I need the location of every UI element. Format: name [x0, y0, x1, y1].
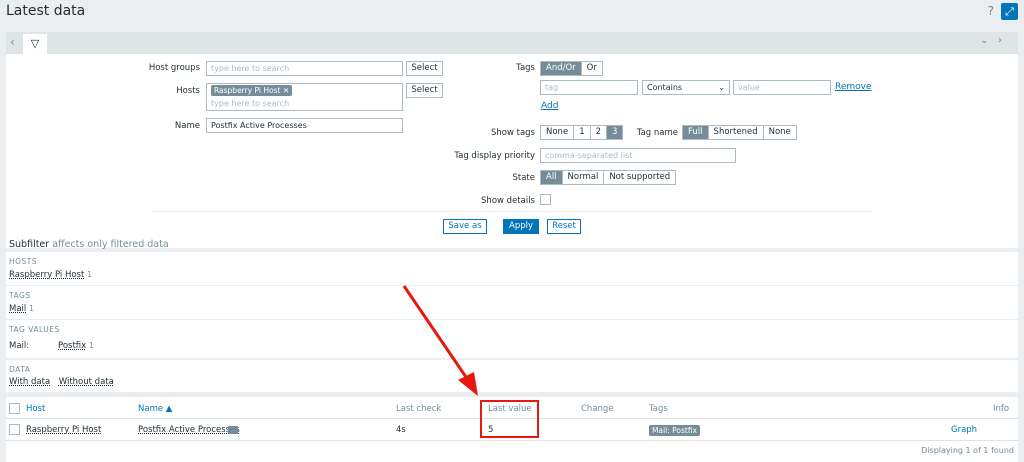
- and-or-option[interactable]: And/Or: [541, 62, 582, 75]
- show-tags-3[interactable]: 3: [607, 126, 623, 139]
- show-tags-segment: None 1 2 3: [540, 125, 624, 140]
- fullscreen-icon[interactable]: ⤢: [1001, 3, 1018, 20]
- page-title: Latest data: [6, 3, 86, 19]
- change-column-header: Change: [581, 404, 614, 414]
- state-label: State: [512, 173, 536, 183]
- item-description-icon[interactable]: [228, 426, 238, 434]
- without-data-link[interactable]: Without data: [59, 377, 114, 387]
- save-as-button[interactable]: Save as: [443, 219, 487, 234]
- state-not-supported[interactable]: Not supported: [604, 171, 676, 184]
- tag-value-input[interactable]: value: [733, 80, 831, 95]
- state-normal[interactable]: Normal: [562, 171, 605, 184]
- tag-name-none[interactable]: None: [763, 126, 796, 139]
- filter-tab-bar: [6, 32, 1018, 54]
- hosts-label: Hosts: [176, 86, 200, 96]
- subfilter-title: Subfilter affects only filtered data: [9, 239, 169, 250]
- tag-name-segment: Full Shortened None: [682, 125, 797, 140]
- show-tags-label: Show tags: [490, 128, 535, 138]
- host-chip[interactable]: Raspberry Pi Host ✕: [211, 85, 293, 96]
- last-value-highlight-box: [480, 400, 539, 438]
- tags-column-header: Tags: [649, 404, 668, 414]
- tag-input[interactable]: tag: [540, 80, 638, 95]
- name-input[interactable]: Postfix Active Processes: [206, 118, 403, 133]
- row-divider: [6, 440, 1018, 441]
- chevron-left-icon[interactable]: ‹: [10, 35, 15, 49]
- show-tags-1[interactable]: 1: [574, 126, 591, 139]
- tag-priority-input[interactable]: comma-separated list: [540, 148, 736, 163]
- subfilter-host-link[interactable]: Raspberry Pi Host: [9, 270, 84, 280]
- show-tags-2[interactable]: 2: [590, 126, 608, 139]
- tags-label: Tags: [516, 63, 535, 73]
- row-host-link[interactable]: Raspberry Pi Host: [26, 425, 101, 435]
- show-details-label: Show details: [481, 196, 535, 206]
- subfilter-tag-values: TAG VALUES Mail: Postfix 1: [6, 320, 1018, 358]
- tag-name-label: Tag name: [636, 128, 678, 138]
- chevron-down-icon[interactable]: ⌄ ›: [980, 35, 1002, 46]
- add-tag-link[interactable]: Add: [541, 101, 558, 111]
- name-label: Name: [174, 121, 200, 131]
- red-arrow-annotation: [402, 285, 478, 396]
- remove-tag-link[interactable]: Remove: [835, 82, 872, 92]
- hosts-select-button[interactable]: Select: [406, 83, 443, 98]
- host-groups-label: Host groups: [148, 63, 200, 73]
- subfilter-hosts: HOSTS Raspberry Pi Host 1: [6, 252, 1018, 285]
- hosts-input[interactable]: Raspberry Pi Host ✕ type here to search: [206, 83, 403, 111]
- subfilter-data: DATA With data Without data: [6, 360, 1018, 392]
- tag-operator-select[interactable]: Contains ⌄: [642, 80, 730, 95]
- state-all[interactable]: All: [541, 171, 563, 184]
- with-data-link[interactable]: With data: [9, 377, 50, 387]
- name-column-header[interactable]: Name ▲: [138, 404, 172, 414]
- graph-link[interactable]: Graph: [951, 425, 977, 435]
- table-footer: Displaying 1 of 1 found: [921, 446, 1014, 455]
- or-option[interactable]: Or: [581, 62, 602, 75]
- state-segment: All Normal Not supported: [540, 170, 677, 185]
- subfilter-tag-value-link[interactable]: Postfix: [58, 341, 86, 351]
- show-details-checkbox[interactable]: [540, 194, 551, 205]
- tags-evaltype-segment: And/Or Or: [540, 61, 603, 76]
- tag-priority-label: Tag display priority: [454, 151, 535, 161]
- show-tags-none[interactable]: None: [541, 126, 575, 139]
- help-icon[interactable]: ?: [988, 4, 994, 18]
- row-name-link[interactable]: Postfix Active Processes: [138, 425, 240, 435]
- info-column-header: Info: [993, 404, 1010, 414]
- filter-divider: [152, 211, 872, 212]
- reset-button[interactable]: Reset: [547, 219, 581, 234]
- row-checkbox[interactable]: [9, 424, 20, 435]
- subfilter-tag-link[interactable]: Mail: [9, 304, 26, 314]
- apply-button[interactable]: Apply: [503, 219, 539, 234]
- select-all-checkbox[interactable]: [9, 403, 20, 414]
- last-check-column-header: Last check: [396, 404, 442, 414]
- host-groups-input[interactable]: type here to search: [206, 61, 403, 76]
- row-last-check: 4s: [396, 425, 406, 435]
- filter-icon[interactable]: ▽: [22, 33, 48, 54]
- tag-name-full[interactable]: Full: [683, 126, 709, 139]
- host-column-header[interactable]: Host: [26, 404, 45, 414]
- subfilter-tags: TAGS Mail 1: [6, 286, 1018, 319]
- tag-name-shortened[interactable]: Shortened: [708, 126, 764, 139]
- host-groups-select-button[interactable]: Select: [406, 61, 443, 76]
- row-tag-chip[interactable]: Mail: Postfix: [649, 425, 700, 436]
